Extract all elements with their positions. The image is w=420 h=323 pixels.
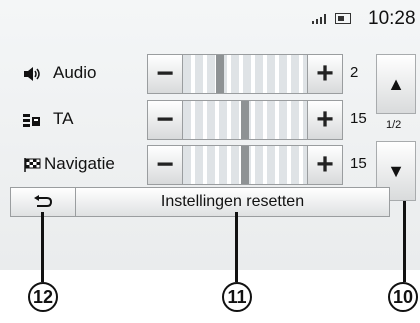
callout-line [235, 212, 238, 282]
setting-row-ta: TA − + 15 [0, 98, 380, 142]
callout-line [403, 201, 406, 282]
callout-marker: 12 [28, 282, 58, 312]
level-track[interactable] [183, 145, 307, 185]
audio-stepper: − + [147, 54, 343, 94]
level-value: 2 [350, 64, 359, 81]
setting-row-navigatie: Navigatie − + 15 [0, 143, 380, 187]
level-track[interactable] [183, 100, 307, 140]
level-thumb[interactable] [241, 146, 249, 184]
speaker-icon [24, 67, 40, 81]
ta-stepper: − + [147, 100, 343, 140]
callout-marker: 10 [388, 282, 418, 312]
signal-icon [312, 14, 326, 24]
checkered-flag-icon [24, 158, 41, 172]
page-indicator: 1/2 [386, 119, 402, 131]
status-bar: 10:28 [0, 0, 420, 36]
level-thumb[interactable] [241, 101, 249, 139]
scroll-up-button[interactable]: ▲ [376, 54, 416, 114]
clock: 10:28 [368, 8, 416, 29]
reset-settings-button[interactable]: Instellingen resetten [76, 187, 390, 217]
increase-button[interactable]: + [307, 145, 343, 185]
row-label: Navigatie [44, 154, 115, 173]
decrease-button[interactable]: − [147, 145, 183, 185]
level-value: 15 [350, 110, 367, 127]
increase-button[interactable]: + [307, 54, 343, 94]
increase-button[interactable]: + [307, 100, 343, 140]
level-value: 15 [350, 155, 367, 172]
decrease-button[interactable]: − [147, 54, 183, 94]
level-track[interactable] [183, 54, 307, 94]
back-arrow-icon [34, 195, 53, 207]
callout-marker: 11 [222, 282, 252, 312]
navigatie-stepper: − + [147, 145, 343, 185]
row-label: Audio [53, 63, 97, 82]
row-label: TA [53, 109, 74, 128]
bottom-bar: Instellingen resetten [10, 187, 390, 217]
traffic-announcement-icon [23, 114, 40, 127]
settings-screen: 10:28 Audio − + 2 TA − + 15 Navigatie − … [0, 0, 420, 270]
setting-row-audio: Audio − + 2 [0, 52, 380, 96]
decrease-button[interactable]: − [147, 100, 183, 140]
level-thumb[interactable] [216, 55, 225, 93]
callout-line [41, 212, 44, 282]
battery-icon [335, 13, 351, 24]
